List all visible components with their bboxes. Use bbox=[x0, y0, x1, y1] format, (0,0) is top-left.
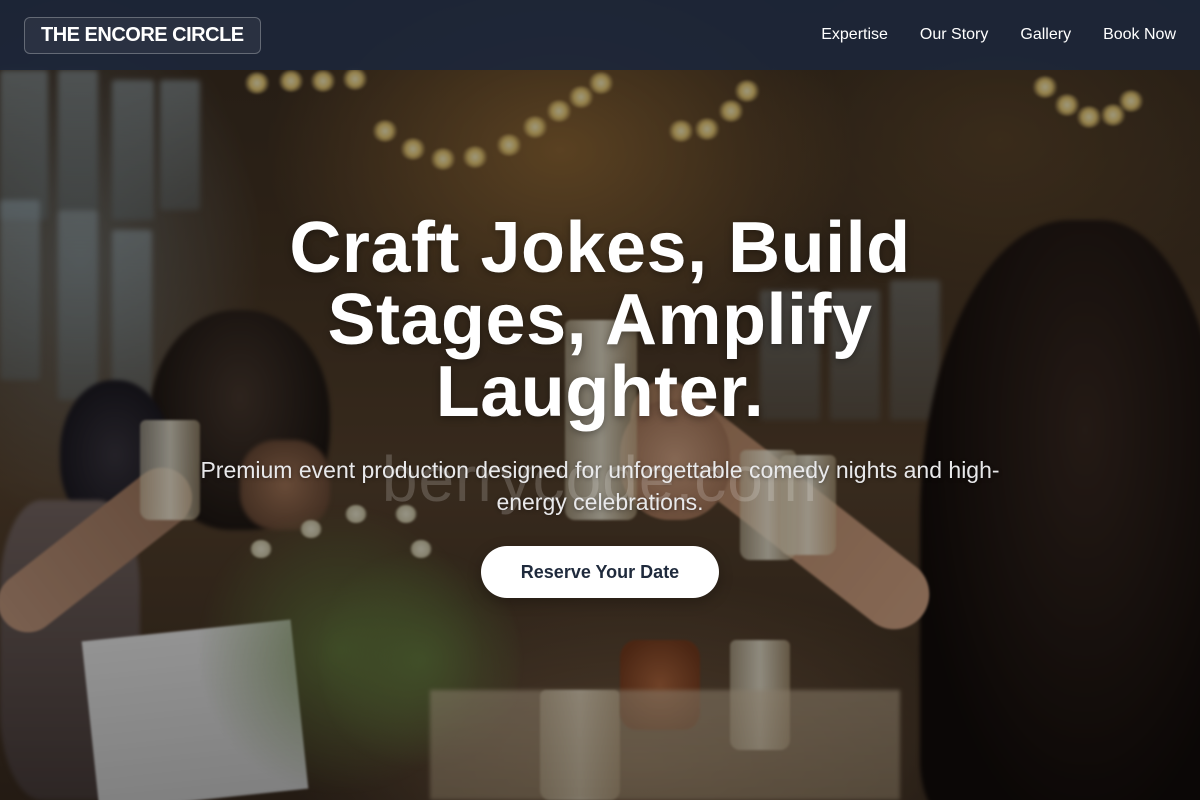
main-nav: Expertise Our Story Gallery Book Now bbox=[821, 26, 1176, 44]
brand-logo[interactable]: THE ENCORE CIRCLE bbox=[24, 16, 261, 54]
nav-item-expertise[interactable]: Expertise bbox=[821, 26, 888, 44]
hero-section: berrycode.com Craft Jokes, Build Stages,… bbox=[0, 70, 1200, 800]
nav-item-our-story[interactable]: Our Story bbox=[920, 26, 988, 44]
hero-headline: Craft Jokes, Build Stages, Amplify Laugh… bbox=[289, 208, 911, 432]
reserve-date-button[interactable]: Reserve Your Date bbox=[481, 546, 719, 598]
landing-page: THE ENCORE CIRCLE Expertise Our Story Ga… bbox=[0, 0, 1200, 800]
watermark: berrycode.com bbox=[381, 443, 819, 515]
nav-item-gallery[interactable]: Gallery bbox=[1020, 26, 1071, 44]
nav-item-book-now[interactable]: Book Now bbox=[1103, 26, 1176, 44]
site-header: THE ENCORE CIRCLE Expertise Our Story Ga… bbox=[0, 0, 1200, 70]
